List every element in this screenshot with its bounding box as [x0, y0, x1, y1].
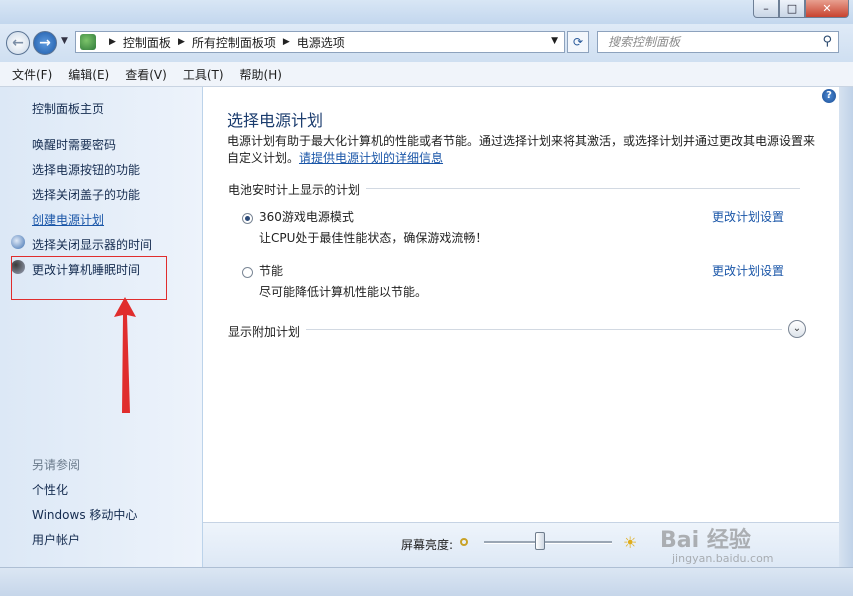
menu-edit[interactable]: 编辑(E) — [68, 66, 109, 83]
page-title: 选择电源计划 — [227, 111, 324, 130]
breadcrumb-power-options[interactable]: 电源选项 — [297, 34, 345, 51]
search-icon[interactable]: ⚲ — [822, 32, 832, 52]
help-icon[interactable]: ? — [822, 89, 836, 103]
back-button[interactable]: ← — [6, 31, 30, 55]
window-right-edge — [839, 87, 853, 567]
sidebar-link-display-off[interactable]: 选择关闭显示器的时间 — [32, 236, 152, 253]
breadcrumb-sep-icon: ▶ — [177, 37, 185, 47]
address-bar[interactable]: ▶ 控制面板 ▶ 所有控制面板项 ▶ 电源选项 ▼ — [75, 31, 565, 53]
group-divider — [366, 188, 800, 189]
additional-plans-label[interactable]: 显示附加计划 — [228, 323, 300, 340]
brightness-label: 屏幕亮度: — [401, 538, 454, 552]
plan-name-360[interactable]: 360游戏电源模式 — [259, 208, 354, 225]
refresh-button[interactable]: ⟳ — [567, 31, 589, 53]
menu-tools[interactable]: 工具(T) — [183, 66, 224, 83]
search-input[interactable]: 搜索控制面板 ⚲ — [597, 31, 839, 53]
search-placeholder: 搜索控制面板 — [608, 35, 681, 49]
plan-details-link[interactable]: 请提供电源计划的详细信息 — [299, 151, 443, 165]
sidebar-link-power-button[interactable]: 选择电源按钮的功能 — [32, 161, 140, 178]
menu-file[interactable]: 文件(F) — [12, 66, 52, 83]
plan-name-saver[interactable]: 节能 — [259, 262, 283, 279]
sidebar-link-wake-password[interactable]: 唤醒时需要密码 — [32, 136, 116, 153]
window-controls: – □ ✕ — [753, 0, 849, 18]
plans-group-label: 电池安时计上显示的计划 — [228, 183, 361, 197]
expand-chevron-icon[interactable]: ⌄ — [788, 320, 806, 338]
minimize-button[interactable]: – — [753, 0, 779, 18]
plan-settings-link-saver[interactable]: 更改计划设置 — [712, 262, 784, 279]
breadcrumb-control-panel[interactable]: 控制面板 — [123, 34, 171, 51]
plan-radio-saver[interactable] — [242, 267, 253, 278]
sidebar-home-link[interactable]: 控制面板主页 — [32, 100, 104, 117]
plan-settings-link-360[interactable]: 更改计划设置 — [712, 208, 784, 225]
breadcrumb-all-items[interactable]: 所有控制面板项 — [192, 34, 276, 51]
plan-desc-saver: 尽可能降低计算机性能以节能。 — [259, 285, 428, 299]
task-sidebar: 控制面板主页 唤醒时需要密码 选择电源按钮的功能 选择关闭盖子的功能 创建电源计… — [0, 87, 202, 567]
dim-sun-icon — [460, 538, 468, 546]
close-button[interactable]: ✕ — [805, 0, 849, 18]
maximize-button[interactable]: □ — [779, 0, 805, 18]
additional-plans-divider — [306, 329, 782, 330]
brightness-slider-track[interactable] — [484, 541, 612, 544]
status-bar — [0, 567, 853, 596]
plan-desc-360: 让CPU处于最佳性能状态，确保游戏流畅！ — [259, 231, 488, 245]
brightness-slider-thumb[interactable] — [535, 532, 546, 550]
see-also-personalize[interactable]: 个性化 — [32, 481, 68, 498]
see-also-heading: 另请参阅 — [32, 458, 81, 472]
see-also-user-accounts[interactable]: 用户帐户 — [32, 531, 80, 548]
annotation-highlight-box — [11, 256, 167, 300]
address-dropdown-icon[interactable]: ▼ — [551, 36, 558, 46]
menu-bar: 文件(F) 编辑(E) 查看(V) 工具(T) 帮助(H) — [0, 62, 853, 87]
breadcrumb-sep-icon: ▶ — [109, 37, 116, 47]
sidebar-link-create-plan[interactable]: 创建电源计划 — [32, 211, 104, 228]
window-titlebar: – □ ✕ — [0, 0, 853, 24]
watermark-url: jingyan.baidu.com — [672, 552, 774, 565]
breadcrumb-sep-icon: ▶ — [282, 37, 290, 47]
main-content: ? 选择电源计划 电源计划有助于最大化计算机的性能或者节能。通过选择计划来将其激… — [203, 87, 839, 522]
menu-help[interactable]: 帮助(H) — [240, 66, 282, 83]
bright-sun-icon: ☀ — [623, 533, 638, 552]
monitor-icon — [11, 235, 25, 249]
sidebar-link-lid[interactable]: 选择关闭盖子的功能 — [32, 186, 140, 203]
forward-button[interactable]: → — [33, 31, 57, 55]
annotation-arrow-icon — [114, 297, 136, 413]
menu-view[interactable]: 查看(V) — [125, 66, 167, 83]
page-description: 电源计划有助于最大化计算机的性能或者节能。通过选择计划来将其激活，或选择计划并通… — [227, 133, 817, 167]
plan-radio-360[interactable] — [242, 213, 253, 224]
address-toolbar: ← → ▼ ▶ 控制面板 ▶ 所有控制面板项 ▶ 电源选项 ▼ ⟳ 搜索控制面板… — [0, 24, 853, 62]
watermark: Bai 经验 — [660, 528, 751, 553]
see-also-mobility-center[interactable]: Windows 移动中心 — [32, 506, 137, 523]
control-panel-icon — [80, 34, 96, 50]
recent-pages-dropdown[interactable]: ▼ — [61, 36, 68, 46]
